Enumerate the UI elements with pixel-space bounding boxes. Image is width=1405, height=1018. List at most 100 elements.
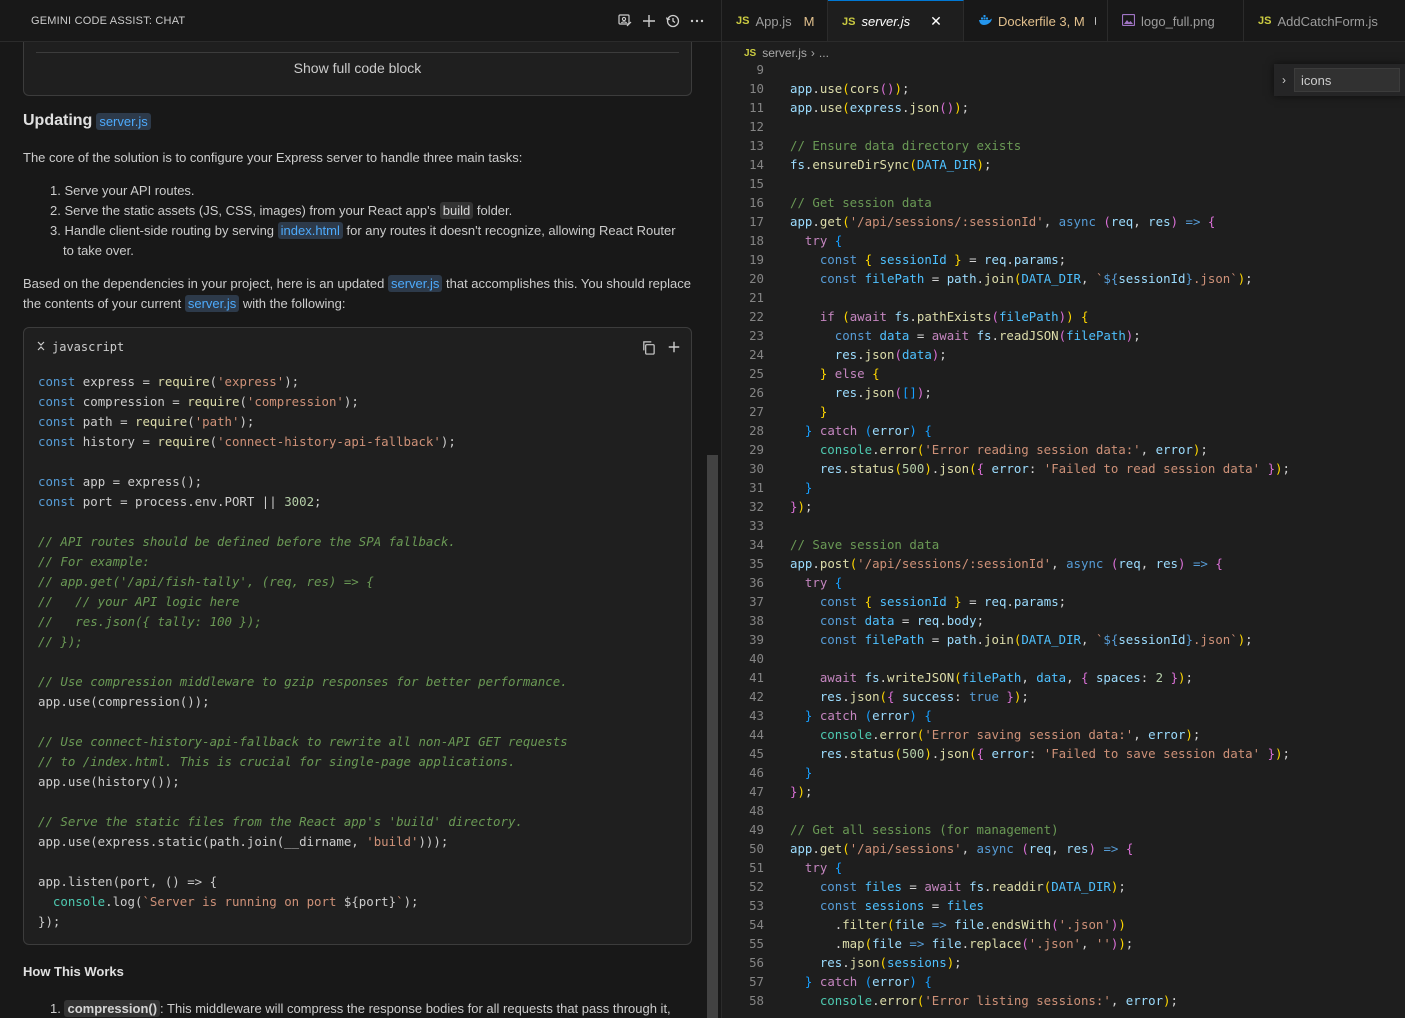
line-number: 24 (749, 347, 764, 362)
code-line: } (804, 765, 813, 780)
line-number: 57 (749, 974, 764, 989)
code-line: } else { (819, 366, 880, 381)
line-number: 33 (749, 518, 764, 533)
line-number: 23 (749, 328, 764, 343)
list-item: 1. Serve your API routes. (50, 181, 690, 201)
file-link-chip[interactable]: server.js (96, 112, 151, 130)
line-number: 44 (749, 727, 764, 742)
line-number: 54 (749, 917, 764, 932)
file-link-chip[interactable]: server.js (387, 275, 443, 292)
tab-server-js[interactable]: JS server.js ✕ (828, 0, 964, 41)
line-number: 55 (749, 936, 764, 951)
code-line: // Save session data (790, 537, 940, 552)
close-icon[interactable]: ✕ (930, 13, 942, 30)
line-number: 13 (749, 138, 764, 153)
code-line: .filter(file => file.endsWith('.json')) (790, 917, 1126, 932)
image-file-icon (1121, 13, 1136, 29)
tab-app-js[interactable]: JS App.js M (722, 0, 828, 41)
code-block: javascript const express = require('expr… (23, 327, 692, 945)
line-number: 32 (749, 499, 764, 514)
chat-messages[interactable]: Show full code block Updating server.js … (0, 42, 706, 1018)
breadcrumb-symbol[interactable]: ... (819, 46, 829, 60)
line-number: 34 (749, 537, 764, 552)
js-file-icon: JS (744, 47, 757, 59)
line-number: 27 (749, 404, 764, 419)
line-number: 45 (749, 746, 764, 761)
explanation-paragraph: Based on the dependencies in your projec… (23, 274, 693, 314)
code-line: app.use(cors()); (790, 81, 910, 96)
code-line: }); (790, 499, 813, 514)
code-line: .map(file => file.replace('.json', '')); (790, 936, 1134, 951)
code-line: } catch (error) { (804, 708, 932, 723)
code-line: console.error('Error listing sessions:',… (819, 993, 1178, 1008)
line-number: 37 (749, 594, 764, 609)
line-number: 11 (749, 100, 764, 115)
line-number: 16 (749, 195, 764, 210)
history-icon[interactable] (661, 9, 685, 33)
breadcrumb-file[interactable]: server.js (762, 46, 807, 60)
line-number: 29 (749, 442, 764, 457)
line-number: 53 (749, 898, 764, 913)
code-line: const data = await fs.readJSON(filePath)… (834, 328, 1141, 343)
code-line: // Get all sessions (for management) (790, 822, 1059, 837)
feedback-icon[interactable] (613, 9, 637, 33)
new-chat-icon[interactable] (637, 9, 661, 33)
code-line: } (819, 404, 828, 419)
list-text: folder. (473, 203, 513, 218)
chat-scrollbar[interactable] (707, 455, 718, 1018)
js-file-icon: JS (736, 15, 750, 27)
code-line: try { (804, 233, 843, 248)
code-line: fs.ensureDirSync(DATA_DIR); (790, 157, 992, 172)
inline-code-chip: build (439, 202, 474, 219)
code-line: const files = await fs.readdir(DATA_DIR)… (819, 879, 1126, 894)
tab-logo-full-png[interactable]: logo_full.png (1108, 0, 1244, 41)
chat-header: GEMINI CODE ASSIST: CHAT (0, 0, 721, 42)
line-number: 14 (749, 157, 764, 172)
copy-icon[interactable] (639, 338, 657, 356)
line-number: 42 (749, 689, 764, 704)
line-number: 20 (749, 271, 764, 286)
list-text: Handle client-side routing by serving (64, 223, 278, 238)
tab-label: logo_full.png (1141, 13, 1215, 29)
list-number: 2. (50, 203, 61, 218)
line-number: 43 (749, 708, 764, 723)
code-editor: JS App.js M JS server.js ✕ Dockerfile 3,… (722, 0, 1405, 1018)
line-number: 35 (749, 556, 764, 571)
line-number: 22 (749, 309, 764, 324)
line-number: 26 (749, 385, 764, 400)
line-number: 21 (749, 290, 764, 305)
inline-code-chip: compression() (64, 1000, 161, 1017)
tab-label: AddCatchForm.js (1277, 13, 1378, 29)
list-item: 3. Handle client-side routing by serving… (50, 221, 682, 261)
line-number: 49 (749, 822, 764, 837)
show-full-code-button[interactable]: Show full code block (24, 60, 691, 76)
line-number: 10 (749, 81, 764, 96)
heading-text: Updating (23, 112, 93, 129)
list-item: 2. Serve the static assets (JS, CSS, ima… (50, 201, 690, 221)
line-number: 36 (749, 575, 764, 590)
file-link-chip[interactable]: index.html (277, 222, 343, 239)
collapse-icon[interactable] (36, 340, 46, 354)
line-number: 15 (749, 176, 764, 191)
tab-dockerfile[interactable]: Dockerfile 3, M (964, 0, 1108, 41)
code-line: // Ensure data directory exists (790, 138, 1022, 153)
insert-icon[interactable] (665, 338, 683, 356)
find-input[interactable] (1294, 68, 1400, 92)
more-actions-icon[interactable] (685, 9, 709, 33)
tab-label: server.js (861, 14, 911, 29)
code-line: // Get session data (790, 195, 932, 210)
chat-panel: GEMINI CODE ASSIST: CHAT Show full code … (0, 0, 722, 1018)
code-line: try { (804, 575, 843, 590)
chevron-right-icon[interactable]: › (1274, 73, 1294, 87)
code-language-header[interactable]: javascript (36, 340, 124, 354)
paragraph-text: Based on the dependencies in your projec… (23, 276, 388, 291)
file-link-chip[interactable]: server.js (184, 295, 240, 312)
editor-code-area[interactable]: 9 10 app.use(cors()); 11 app.use(express.jso… (722, 64, 1405, 1018)
code-line: console.error('Error reading session dat… (819, 442, 1208, 457)
line-number: 28 (749, 423, 764, 438)
list-text: : This middleware will compress the resp… (160, 1001, 671, 1016)
tab-addcatchform-js[interactable]: JS AddCatchForm.js (1244, 0, 1405, 41)
code-line: const data = req.body; (819, 613, 985, 628)
code-line: app.use(express.json()); (790, 100, 970, 115)
divider (36, 52, 679, 53)
